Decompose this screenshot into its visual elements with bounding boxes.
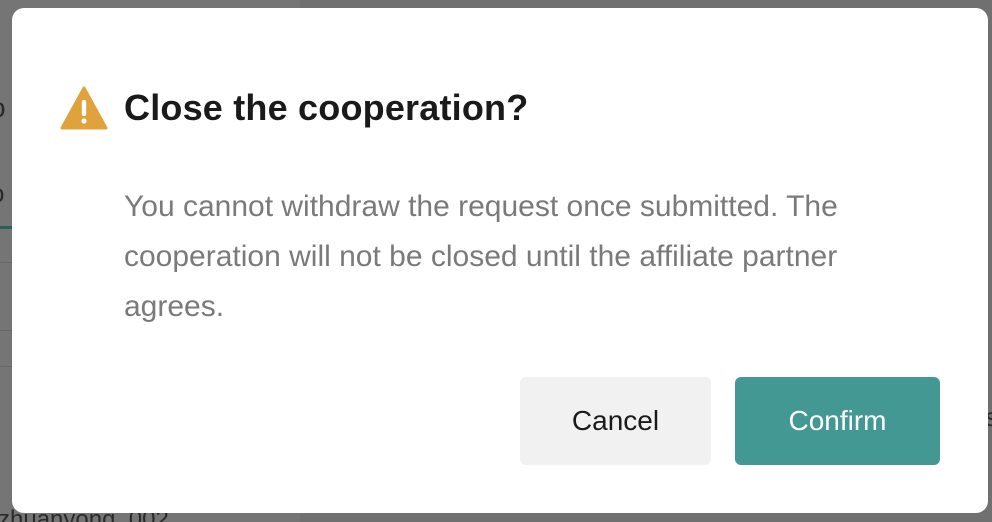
background-tab-indicator bbox=[0, 226, 12, 229]
dialog-header: Close the cooperation? bbox=[60, 86, 528, 130]
warning-icon bbox=[60, 86, 108, 130]
background-tab-fragment: o bbox=[0, 178, 4, 209]
dialog-title: Close the cooperation? bbox=[124, 87, 529, 128]
dialog-message: You cannot withdraw the request once sub… bbox=[124, 190, 838, 323]
confirm-dialog: Close the cooperation? You cannot withdr… bbox=[12, 8, 988, 513]
confirm-button[interactable]: Confirm bbox=[735, 377, 940, 465]
background-heading-fragment: o bbox=[0, 92, 6, 124]
cancel-button[interactable]: Cancel bbox=[520, 377, 711, 465]
dialog-footer: Cancel Confirm bbox=[520, 377, 940, 465]
